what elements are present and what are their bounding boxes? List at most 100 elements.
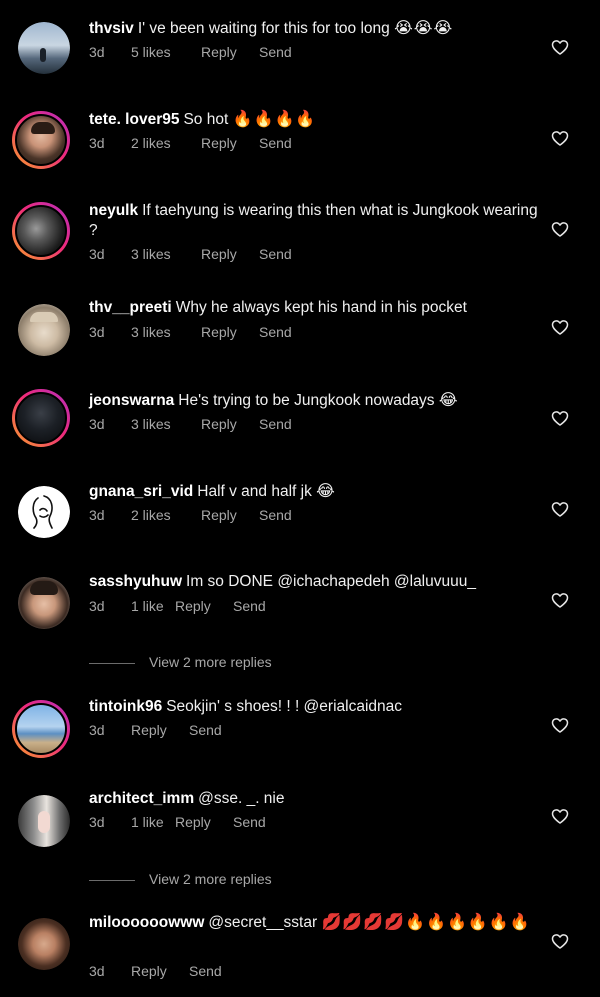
send-button[interactable]: Send [259,135,292,151]
comment-likes[interactable]: 2 likes [131,507,201,523]
heart-outline-icon[interactable] [550,128,570,148]
comment-meta: 3d 1 like Reply Send [89,598,266,614]
comment-text: jeonswarna He's trying to be Jungkook now… [89,390,544,411]
view-more-replies-button[interactable]: View 2 more replies [89,871,272,887]
comment-message: I' ve been waiting for this for too long [137,20,390,37]
send-button[interactable]: Send [259,507,292,523]
comment-emoji: 🔥🔥🔥🔥 [232,109,317,128]
comment-message: Im so DONE @ichachapedeh @laluvuuu_ [186,573,476,590]
comment-username[interactable]: gnana_sri_vid [89,483,193,500]
comment-time: 3d [89,814,105,830]
reply-button[interactable]: Reply [201,246,259,262]
comment-message: So hot [183,111,229,128]
comment-likes[interactable]: 3 likes [131,246,201,262]
avatar[interactable] [18,22,70,74]
avatar[interactable] [18,486,70,538]
comment-text: thvsiv I' ve been waiting for this for to… [89,18,544,39]
comment-time: 3d [89,44,105,60]
heart-outline-icon[interactable] [550,317,570,337]
comment-text: thv__preeti Why he always kept his hand i… [89,298,544,318]
avatar[interactable] [12,389,70,447]
comment-likes[interactable]: 2 likes [131,135,201,151]
comment-emoji: 😂 [316,481,336,500]
view-replies-label: View 2 more replies [149,871,272,887]
comment-message: @sse. _. nie [198,790,285,807]
comment-meta: 3d 2 likes Reply Send [89,507,292,523]
comment-meta: 3d 1 like Reply Send [89,814,266,830]
comment-username[interactable]: neyulk [89,202,138,219]
heart-outline-icon[interactable] [550,806,570,826]
comment-text: gnana_sri_vid Half v and half jk 😂 [89,481,544,502]
comment-time: 3d [89,963,105,979]
avatar[interactable] [18,795,70,847]
comment-username[interactable]: tete. lover95 [89,111,179,128]
send-button[interactable]: Send [189,963,222,979]
comment-meta: 3d 5 likes Reply Send [89,44,292,60]
heart-outline-icon[interactable] [550,37,570,57]
heart-outline-icon[interactable] [550,931,570,951]
avatar[interactable] [12,111,70,169]
comment-meta: 3d 2 likes Reply Send [89,135,292,151]
comment-likes[interactable]: 1 like [131,814,175,830]
comment-username[interactable]: tintoink96 [89,698,162,715]
comment-meta: 3d Reply Send [89,722,222,738]
send-button[interactable]: Send [189,722,222,738]
comment-meta: 3d 3 likes Reply Send [89,246,292,262]
comment-text: neyulk If taehyung is wearing this then w… [89,201,544,241]
send-button[interactable]: Send [259,44,292,60]
heart-outline-icon[interactable] [550,408,570,428]
avatar[interactable] [12,202,70,260]
comment-time: 3d [89,598,105,614]
reply-button[interactable]: Reply [201,135,259,151]
comment-emoji: 💋💋💋💋🔥🔥🔥🔥🔥🔥 [321,912,531,931]
comment-likes[interactable]: 5 likes [131,44,201,60]
comment-emoji: 😂 [438,390,459,409]
comment-time: 3d [89,722,105,738]
comment-username[interactable]: thv__preeti [89,299,172,316]
comment-likes[interactable]: 3 likes [131,416,201,432]
comment-username[interactable]: thvsiv [89,20,134,37]
reply-button[interactable]: Reply [131,722,189,738]
comment-meta: 3d 3 likes Reply Send [89,324,292,340]
comment-username[interactable]: miloooooowww [89,914,204,931]
comment-message: Half v and half jk [197,483,312,500]
comment-time: 3d [89,507,105,523]
view-replies-label: View 2 more replies [149,654,272,670]
heart-outline-icon[interactable] [550,499,570,519]
reply-button[interactable]: Reply [175,814,233,830]
replies-divider [89,662,135,664]
view-more-replies-button[interactable]: View 2 more replies [89,654,272,670]
send-button[interactable]: Send [233,598,266,614]
heart-outline-icon[interactable] [550,715,570,735]
comment-text: sasshyuhuw Im so DONE @ichachapedeh @lalu… [89,572,544,592]
comment-time: 3d [89,416,105,432]
reply-button[interactable]: Reply [131,963,189,979]
heart-outline-icon[interactable] [550,590,570,610]
send-button[interactable]: Send [233,814,266,830]
comment-username[interactable]: sasshyuhuw [89,573,182,590]
avatar[interactable] [18,577,70,629]
comment-text: tete. lover95 So hot 🔥🔥🔥🔥 [89,109,544,130]
comment-meta: 3d Reply Send [89,963,222,979]
comment-message: He's trying to be Jungkook nowadays [178,392,435,409]
send-button[interactable]: Send [259,416,292,432]
reply-button[interactable]: Reply [201,416,259,432]
comment-username[interactable]: architect_imm [89,790,194,807]
comment-likes[interactable]: 1 like [131,598,175,614]
comment-likes[interactable]: 3 likes [131,324,201,340]
comment-username[interactable]: jeonswarna [89,392,174,409]
comment-message: Seokjin' s shoes! ! ! @erialcaidnac [166,698,403,715]
reply-button[interactable]: Reply [175,598,233,614]
heart-outline-icon[interactable] [550,219,570,239]
comment-time: 3d [89,246,105,262]
reply-button[interactable]: Reply [201,507,259,523]
avatar[interactable] [18,304,70,356]
avatar[interactable] [18,918,70,970]
avatar[interactable] [12,700,70,758]
send-button[interactable]: Send [259,324,292,340]
reply-button[interactable]: Reply [201,324,259,340]
send-button[interactable]: Send [259,246,292,262]
comment-text: miloooooowww @secret__sstar 💋💋💋💋🔥🔥🔥🔥🔥🔥 [89,912,539,933]
comment-meta: 3d 3 likes Reply Send [89,416,292,432]
reply-button[interactable]: Reply [201,44,259,60]
